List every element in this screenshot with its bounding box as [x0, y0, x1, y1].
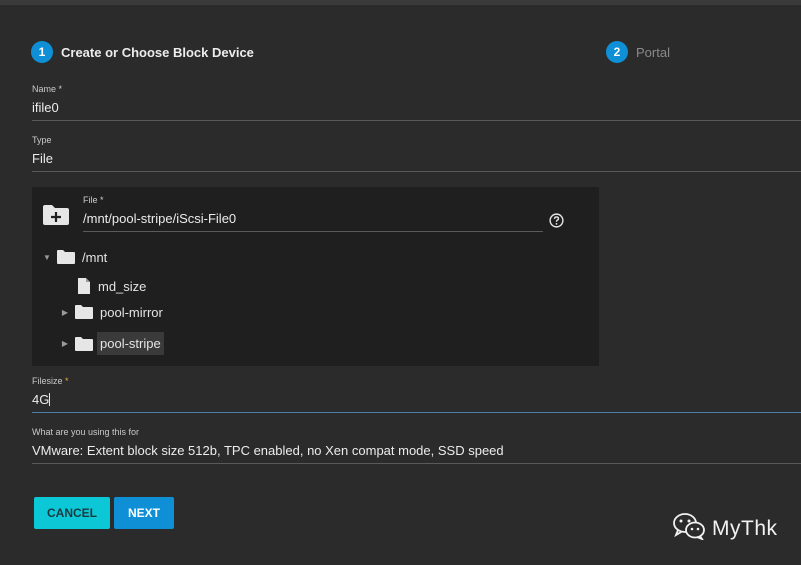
collapse-arrow-icon[interactable]: ▼ — [42, 253, 52, 262]
step-1-number: 1 — [31, 41, 53, 63]
tree-node-pool-mirror[interactable]: ▶ pool-mirror — [60, 304, 163, 320]
step-2-label: Portal — [636, 44, 670, 60]
name-underline — [32, 120, 801, 121]
watermark-text: MyThk — [712, 516, 778, 540]
step-1[interactable]: 1 Create or Choose Block Device — [31, 41, 254, 63]
folder-icon — [74, 336, 94, 352]
wechat-icon — [672, 512, 706, 545]
top-bar — [0, 0, 801, 5]
filesize-input[interactable]: 4G — [32, 392, 801, 408]
file-explorer: File * /mnt/pool-stripe/iScsi-File0 ▼ /m… — [32, 187, 599, 366]
name-field[interactable]: Name * ifile0 — [32, 84, 801, 121]
help-icon[interactable] — [549, 213, 564, 233]
file-path-field[interactable]: File * /mnt/pool-stripe/iScsi-File0 — [83, 195, 543, 232]
usage-select[interactable]: VMware: Extent block size 512b, TPC enab… — [32, 443, 801, 459]
tree-label-pool-mirror: pool-mirror — [100, 304, 163, 320]
step-2[interactable]: 2 Portal — [606, 41, 670, 63]
type-select[interactable]: File — [32, 151, 801, 167]
expand-arrow-icon[interactable]: ▶ — [60, 339, 70, 348]
file-path-input[interactable]: /mnt/pool-stripe/iScsi-File0 — [83, 211, 543, 227]
tree-label-pool-stripe: pool-stripe — [97, 332, 164, 355]
type-label: Type — [32, 135, 52, 145]
cancel-button[interactable]: CANCEL — [34, 497, 110, 529]
expand-arrow-icon[interactable]: ▶ — [60, 308, 70, 317]
step-2-number: 2 — [606, 41, 628, 63]
folder-icon — [56, 249, 76, 265]
watermark: MyThk — [672, 512, 778, 545]
file-path-underline — [83, 231, 543, 232]
name-input[interactable]: ifile0 — [32, 100, 801, 116]
filesize-underline — [32, 412, 801, 413]
filesize-label: Filesize * — [32, 376, 69, 386]
name-label: Name * — [32, 84, 63, 94]
folder-icon — [74, 304, 94, 320]
usage-field[interactable]: What are you using this for VMware: Exte… — [32, 427, 801, 464]
type-field[interactable]: Type File — [32, 135, 801, 172]
next-button[interactable]: NEXT — [114, 497, 174, 529]
tree-label-md-size: md_size — [98, 278, 147, 294]
step-1-label: Create or Choose Block Device — [61, 44, 254, 60]
file-label: File * — [83, 195, 104, 205]
tree-label-mnt: /mnt — [82, 249, 108, 265]
file-icon — [76, 277, 92, 295]
tree-node-mnt[interactable]: ▼ /mnt — [42, 249, 107, 265]
usage-label: What are you using this for — [32, 427, 140, 437]
usage-underline — [32, 463, 801, 464]
tree-node-md-size[interactable]: md_size — [62, 277, 146, 295]
folder-add-icon[interactable] — [42, 204, 70, 231]
tree-node-pool-stripe[interactable]: ▶ pool-stripe — [60, 332, 164, 355]
type-underline — [32, 171, 801, 172]
filesize-field[interactable]: Filesize * 4G — [32, 376, 801, 413]
